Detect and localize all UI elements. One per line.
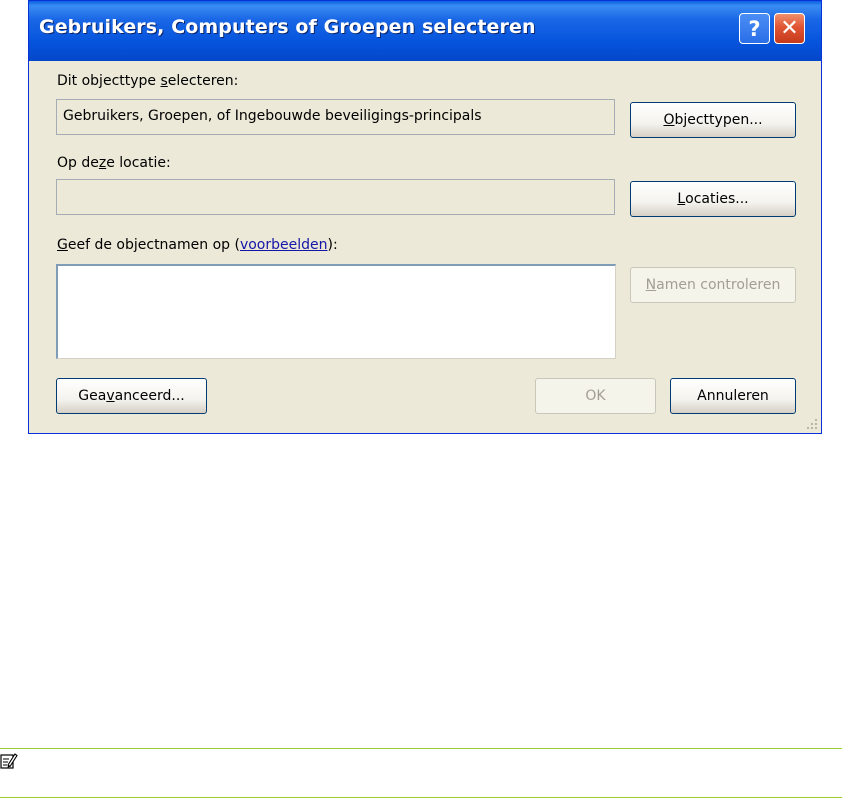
check-names-button[interactable]: Namen controleren: [630, 267, 796, 303]
cancel-button[interactable]: Annuleren: [670, 378, 796, 414]
close-button[interactable]: ✕: [774, 13, 805, 44]
objecttypes-button[interactable]: Objecttypen...: [630, 102, 796, 138]
note-top-rule: [0, 748, 842, 749]
ok-button[interactable]: OK: [535, 378, 656, 414]
note-bottom-rule: [0, 797, 842, 798]
location-label: Op deze locatie:: [57, 155, 171, 171]
advanced-button[interactable]: Gea v anceerd...: [56, 378, 207, 414]
objectnames-input[interactable]: [56, 264, 616, 359]
objecttype-value: Gebruikers, Groepen, of Ingebouwde bevei…: [63, 108, 482, 124]
objectnames-label: Geef de objectnamen op (voorbeelden):: [57, 237, 338, 253]
help-button[interactable]: ?: [739, 13, 770, 44]
objecttype-field: Gebruikers, Groepen, of Ingebouwde bevei…: [56, 99, 615, 135]
examples-link[interactable]: voorbeelden: [240, 237, 328, 253]
close-icon: ✕: [780, 16, 799, 41]
objecttype-label: Dit objecttype selecteren:: [57, 73, 239, 89]
locations-button[interactable]: Locaties...: [630, 181, 796, 217]
location-field: [56, 179, 615, 215]
help-icon: ?: [748, 16, 761, 41]
resize-grip-icon[interactable]: [805, 417, 819, 431]
window-title: Gebruikers, Computers of Groepen selecte…: [39, 16, 536, 38]
title-bar[interactable]: Gebruikers, Computers of Groepen selecte…: [29, 1, 821, 61]
note-pencil-icon: [0, 753, 18, 769]
select-users-dialog: Gebruikers, Computers of Groepen selecte…: [28, 0, 822, 434]
